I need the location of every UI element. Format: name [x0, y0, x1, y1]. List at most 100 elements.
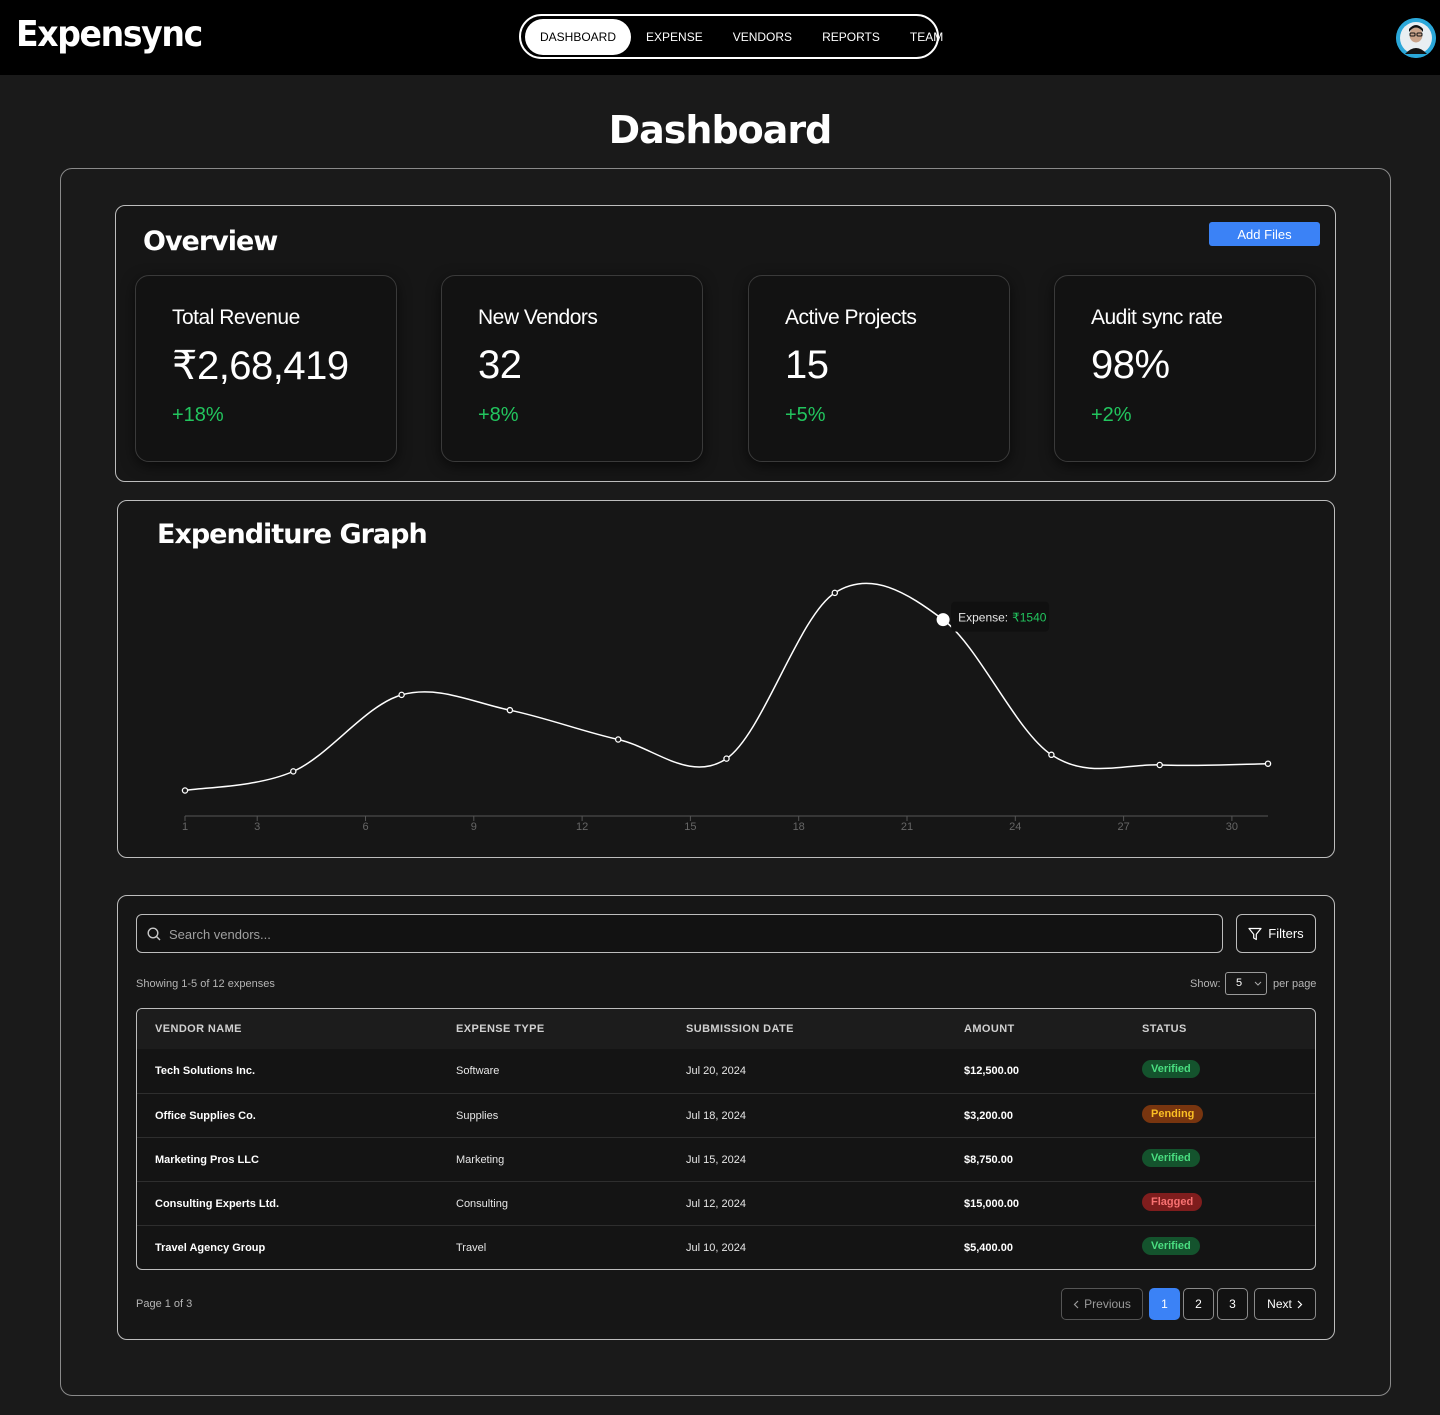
- x-tick-label: 12: [576, 821, 588, 833]
- stat-change: +5%: [785, 404, 826, 426]
- previous-button[interactable]: Previous: [1061, 1288, 1143, 1320]
- stat-card-audit-sync-rate: Audit sync rate 98% +2%: [1054, 275, 1316, 462]
- stat-label: Total Revenue: [172, 306, 300, 329]
- stat-label: Audit sync rate: [1091, 306, 1223, 329]
- data-point: [1156, 761, 1163, 769]
- expense-type: Marketing: [456, 1154, 505, 1166]
- previous-label: Previous: [1084, 1297, 1131, 1311]
- chevron-left-icon: [1073, 1300, 1079, 1308]
- x-tick-label: 18: [793, 821, 805, 833]
- vendor-name: Consulting Experts Ltd.: [155, 1198, 280, 1210]
- column-header-status[interactable]: STATUS: [1142, 1023, 1187, 1035]
- chevron-right-icon: [1297, 1300, 1303, 1308]
- expenses-table: VENDOR NAME EXPENSE TYPE SUBMISSION DATE…: [136, 1008, 1316, 1270]
- submission-date: Jul 20, 2024: [686, 1065, 746, 1077]
- amount: $12,500.00: [964, 1065, 1020, 1077]
- stat-change: +8%: [478, 404, 519, 426]
- nav-reports[interactable]: REPORTS: [807, 19, 895, 55]
- nav-dashboard[interactable]: DASHBOARD: [525, 18, 632, 55]
- status-badge: Pending: [1142, 1105, 1204, 1123]
- search-icon: [147, 927, 161, 941]
- page-button-3[interactable]: 3: [1217, 1288, 1248, 1320]
- next-label: Next: [1267, 1297, 1292, 1311]
- status-badge: Flagged: [1142, 1193, 1203, 1211]
- expenditure-chart[interactable]: 1 3 6 9 12 15 18 21 24 27 30 Expense: ₹1540: [118, 501, 1336, 859]
- table-row[interactable]: Consulting Experts Ltd. Consulting Jul 1…: [137, 1181, 1315, 1226]
- stat-label: New Vendors: [478, 306, 598, 329]
- search-bar: [136, 914, 1223, 954]
- next-button[interactable]: Next: [1254, 1288, 1316, 1320]
- nav-team[interactable]: TEAM: [895, 19, 958, 55]
- table-row[interactable]: Office Supplies Co. Supplies Jul 18, 202…: [137, 1093, 1315, 1138]
- data-point: [614, 736, 622, 743]
- x-tick-label: 30: [1226, 821, 1238, 833]
- submission-date: Jul 15, 2024: [686, 1154, 746, 1166]
- filters-label: Filters: [1268, 926, 1304, 941]
- status-badge: Verified: [1142, 1149, 1200, 1167]
- amount: $5,400.00: [964, 1242, 1013, 1254]
- submission-date: Jul 10, 2024: [686, 1242, 746, 1254]
- column-header-amount[interactable]: AMOUNT: [964, 1023, 1015, 1035]
- table-row[interactable]: Marketing Pros LLC Marketing Jul 15, 202…: [137, 1137, 1315, 1182]
- x-tick-label: 24: [1009, 821, 1021, 833]
- x-tick-label: 6: [362, 821, 368, 833]
- table-row[interactable]: Tech Solutions Inc. Software Jul 20, 202…: [137, 1049, 1315, 1093]
- x-tick-label: 27: [1117, 821, 1129, 833]
- data-point: [1264, 760, 1272, 767]
- status-badge: Verified: [1142, 1237, 1200, 1255]
- column-header-expense-type[interactable]: EXPENSE TYPE: [456, 1023, 545, 1035]
- expense-type: Travel: [456, 1242, 487, 1254]
- page-button-2[interactable]: 2: [1183, 1288, 1214, 1320]
- x-tick-label: 3: [254, 821, 260, 833]
- data-point: [398, 691, 405, 699]
- overview-title: Overview: [143, 226, 278, 257]
- search-input[interactable]: [167, 915, 1211, 954]
- per-page-label: per page: [1273, 978, 1317, 990]
- nav-vendors[interactable]: VENDORS: [718, 19, 807, 55]
- active-data-point: [936, 613, 950, 627]
- x-tick-label: 9: [471, 821, 477, 833]
- filters-button[interactable]: Filters: [1236, 914, 1316, 953]
- stat-change: +18%: [172, 404, 224, 426]
- amount: $15,000.00: [964, 1198, 1020, 1210]
- column-header-vendor-name[interactable]: VENDOR NAME: [155, 1023, 242, 1035]
- vendor-name: Tech Solutions Inc.: [155, 1065, 256, 1077]
- submission-date: Jul 18, 2024: [686, 1110, 746, 1122]
- status-badge: Verified: [1142, 1060, 1200, 1078]
- stat-value: 32: [478, 343, 522, 387]
- data-point: [1048, 751, 1055, 759]
- show-label: Show:: [1190, 978, 1221, 990]
- stat-value: ₹2,68,419: [172, 344, 349, 388]
- amount: $3,200.00: [964, 1110, 1013, 1122]
- user-avatar-icon: [1396, 18, 1436, 58]
- stat-card-new-vendors: New Vendors 32 +8%: [441, 275, 703, 462]
- amount: $8,750.00: [964, 1154, 1013, 1166]
- main-nav: DASHBOARD EXPENSE VENDORS REPORTS TEAM: [519, 14, 943, 59]
- stat-label: Active Projects: [785, 306, 917, 329]
- page-button-1[interactable]: 1: [1149, 1288, 1180, 1320]
- brand-logo[interactable]: Expensync: [16, 14, 203, 55]
- expense-type: Software: [456, 1065, 500, 1077]
- per-page-select[interactable]: 5: [1225, 972, 1267, 995]
- page-title: Dashboard: [608, 108, 833, 152]
- data-point: [181, 787, 189, 794]
- stat-value: 15: [785, 343, 829, 387]
- nav-expense[interactable]: EXPENSE: [631, 19, 718, 55]
- column-header-submission-date[interactable]: SUBMISSION DATE: [686, 1023, 794, 1035]
- table-row[interactable]: Travel Agency Group Travel Jul 10, 2024 …: [137, 1225, 1315, 1269]
- vendor-name: Office Supplies Co.: [155, 1110, 256, 1122]
- stat-card-total-revenue: Total Revenue ₹2,68,419 +18%: [135, 275, 397, 462]
- expense-type: Supplies: [456, 1110, 499, 1122]
- data-point: [506, 706, 514, 714]
- data-point: [290, 768, 297, 775]
- submission-date: Jul 12, 2024: [686, 1198, 746, 1210]
- x-tick-label: 15: [684, 821, 696, 833]
- showing-text: Showing 1-5 of 12 expenses: [136, 978, 275, 990]
- chevron-down-icon: [1254, 981, 1262, 986]
- stat-change: +2%: [1091, 404, 1132, 426]
- table-header: VENDOR NAME EXPENSE TYPE SUBMISSION DATE…: [137, 1009, 1315, 1049]
- add-files-button[interactable]: Add Files: [1209, 222, 1320, 246]
- page-indicator: Page 1 of 3: [136, 1298, 193, 1310]
- avatar[interactable]: [1396, 18, 1436, 58]
- x-tick-label: 1: [182, 821, 188, 833]
